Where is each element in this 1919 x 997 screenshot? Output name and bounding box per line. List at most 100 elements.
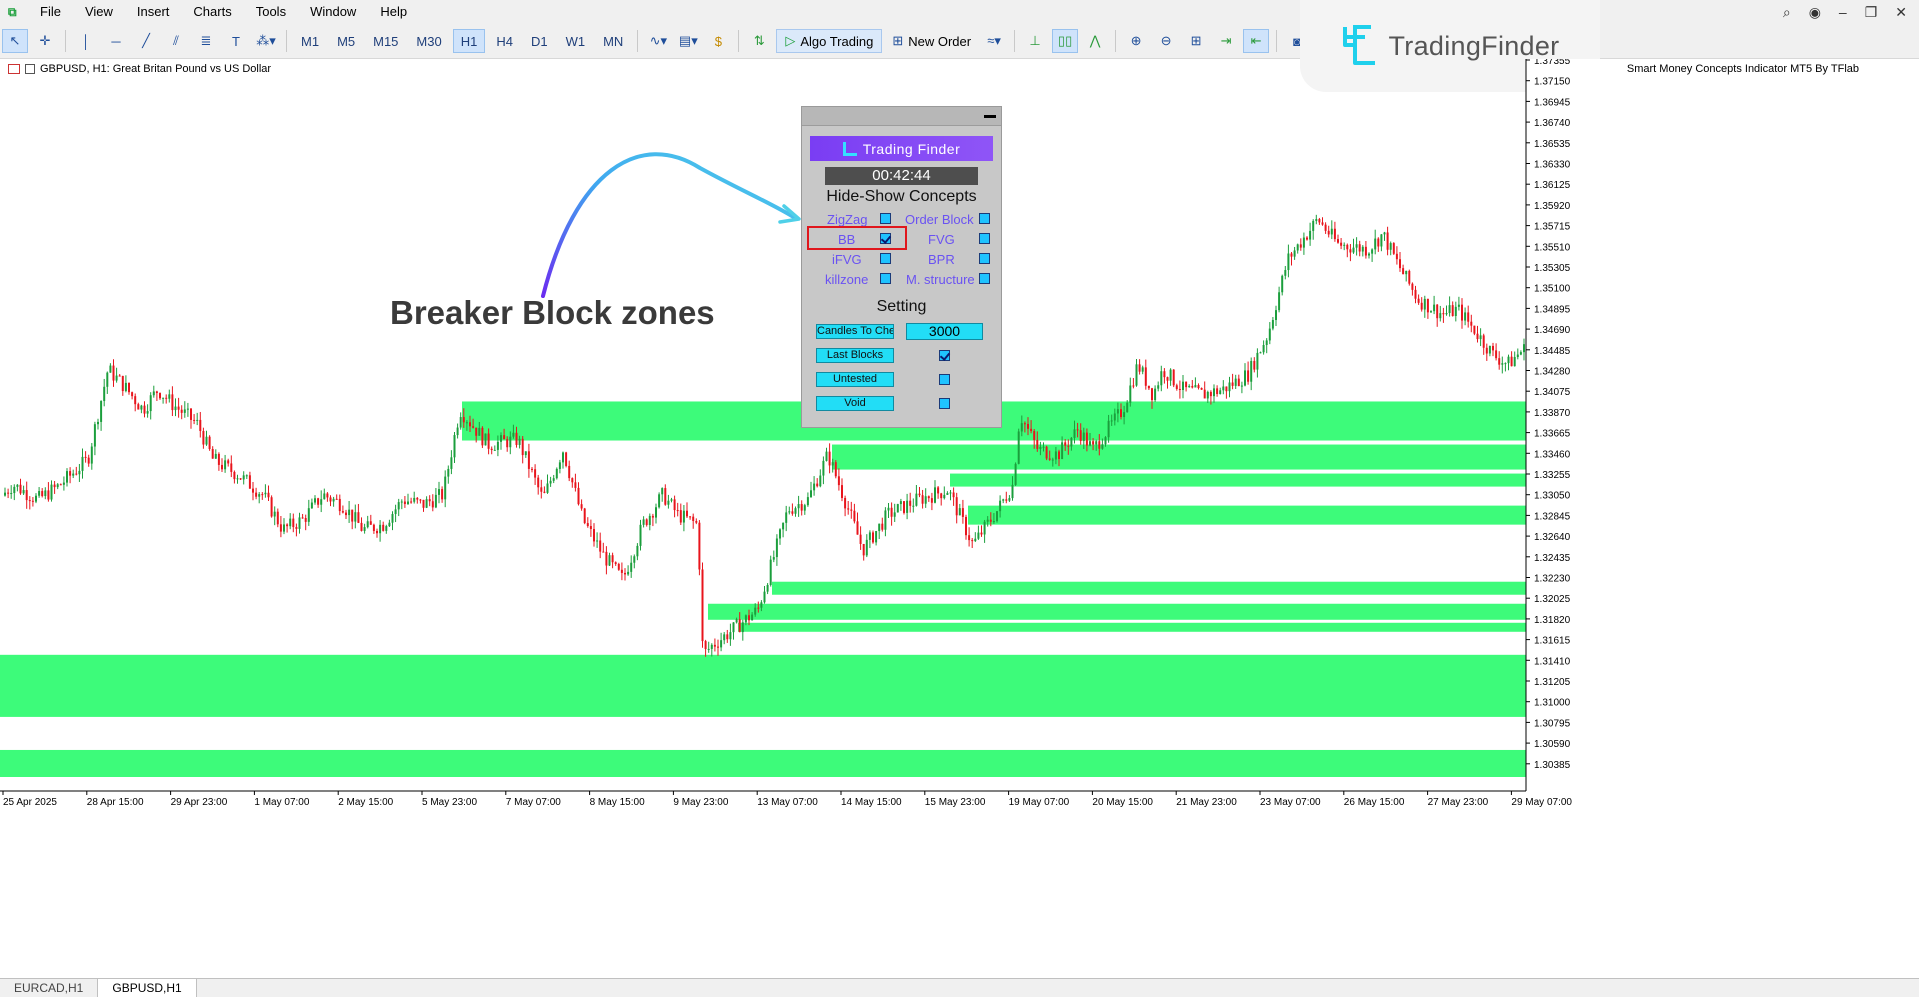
zoom-out-icon[interactable]: ⊖ (1153, 29, 1179, 53)
candle-body (1392, 243, 1395, 254)
candle-body (698, 522, 701, 570)
candle-body (1058, 451, 1060, 460)
candles-to-check-input[interactable]: 3000 (906, 323, 983, 340)
time-tick-label: 28 Apr 15:00 (87, 797, 144, 808)
templates-icon[interactable]: ▤▾ (675, 29, 701, 53)
zigzag-checkbox[interactable] (880, 213, 891, 224)
void-checkbox[interactable] (939, 398, 950, 409)
candle-body (766, 584, 769, 592)
candle-body (1023, 423, 1026, 425)
menu-insert[interactable]: Insert (127, 0, 184, 24)
tab-eurcad-h1[interactable]: EURCAD,H1 (0, 979, 99, 997)
untested-checkbox[interactable] (939, 374, 950, 385)
panel-header[interactable] (802, 107, 1001, 126)
candle-body (115, 375, 118, 381)
untested-button[interactable]: Untested (816, 372, 894, 387)
crosshair-tool-icon[interactable]: ✛ (32, 29, 58, 53)
chart-shift-icon[interactable]: ⇤ (1243, 29, 1270, 53)
candle-body (10, 493, 13, 495)
autoscroll-icon[interactable]: ⇥ (1213, 29, 1239, 53)
timeframe-m5[interactable]: M5 (330, 29, 362, 53)
menu-window[interactable]: Window (300, 0, 370, 24)
timeframe-h4[interactable]: H4 (489, 29, 520, 53)
last-blocks-button[interactable]: Last Blocks (816, 348, 894, 363)
notifications-icon[interactable]: ◉ (1809, 4, 1821, 21)
candle-body (999, 500, 1002, 512)
channel-tool-icon[interactable]: ⫽ (163, 29, 189, 53)
bar-chart-icon[interactable]: ⊥ (1022, 29, 1048, 53)
candle-body (252, 488, 254, 493)
candle-body (78, 470, 81, 475)
timeframe-mn[interactable]: MN (596, 29, 630, 53)
candle-body (128, 382, 130, 393)
fibonacci-tool-icon[interactable]: ≣ (193, 29, 219, 53)
candle-body (1368, 253, 1370, 256)
tab-gbpusd-h1[interactable]: GBPUSD,H1 (98, 979, 197, 997)
minimize-window-icon[interactable]: – (1839, 4, 1847, 20)
last-blocks-checkbox[interactable] (939, 350, 950, 361)
candle-body (1256, 352, 1259, 370)
toolbar-separator (1014, 30, 1016, 52)
candle-body (1454, 306, 1457, 316)
menu-view[interactable]: View (75, 0, 127, 24)
timeframe-w1[interactable]: W1 (559, 29, 593, 53)
timeframe-m15[interactable]: M15 (366, 29, 405, 53)
candle-body (865, 539, 868, 556)
timeframe-m30[interactable]: M30 (409, 29, 448, 53)
candle-body (422, 499, 425, 508)
time-tick-label: 21 May 23:00 (1176, 797, 1237, 808)
signals-icon[interactable]: ⇅ (746, 29, 772, 53)
minimize-icon[interactable] (984, 115, 996, 118)
horizontal-line-icon[interactable]: ─ (103, 29, 129, 53)
menu-tools[interactable]: Tools (246, 0, 300, 24)
indicators-icon[interactable]: ∿▾ (645, 29, 671, 53)
ifvg-checkbox[interactable] (880, 253, 891, 264)
indicator-panel[interactable]: Trading Finder 00:42:44 Hide-Show Concep… (801, 106, 1002, 428)
candle-body (376, 530, 378, 534)
timeframe-d1[interactable]: D1 (524, 29, 555, 53)
market-icon[interactable]: $ (705, 29, 731, 53)
one-click-trading-icon[interactable]: ≈▾ (981, 29, 1007, 53)
candle-body (162, 397, 165, 399)
candle-body (909, 500, 912, 506)
grid-icon[interactable]: ⊞ (1183, 29, 1209, 53)
candle-body (580, 504, 583, 509)
new-order-button[interactable]: ⊞ New Order (886, 29, 977, 53)
cursor-tool-icon[interactable]: ↖ (2, 29, 28, 53)
candle-body (16, 484, 19, 487)
candle-body (670, 499, 673, 501)
order-block-checkbox[interactable] (979, 213, 990, 224)
chart-trade-icon[interactable] (25, 64, 35, 74)
candlestick-chart-icon[interactable]: ▯▯ (1052, 29, 1079, 53)
fvg-checkbox[interactable] (979, 233, 990, 244)
restore-window-icon[interactable]: ❐ (1865, 4, 1878, 21)
void-button[interactable]: Void (816, 396, 894, 411)
menu-charts[interactable]: Charts (183, 0, 245, 24)
menu-file[interactable]: File (30, 0, 75, 24)
chart-properties-icon[interactable] (8, 64, 20, 74)
trend-line-icon[interactable]: ╱ (133, 29, 159, 53)
bpr-checkbox[interactable] (979, 253, 990, 264)
candle-body (1457, 304, 1460, 307)
menu-help[interactable]: Help (370, 0, 421, 24)
timeframe-m1[interactable]: M1 (294, 29, 326, 53)
candle-body (193, 419, 196, 421)
candle-body (1219, 390, 1222, 395)
search-icon[interactable]: ⌕ (1783, 4, 1791, 21)
killzone-checkbox[interactable] (880, 273, 891, 284)
candle-body (1213, 388, 1215, 397)
candle-body (177, 406, 180, 410)
candle-body (19, 484, 22, 494)
candle-body (1333, 228, 1336, 240)
shapes-tool-icon[interactable]: ⁂▾ (253, 29, 279, 53)
vertical-line-icon[interactable]: │ (73, 29, 99, 53)
timeframe-h1[interactable]: H1 (452, 29, 486, 53)
close-window-icon[interactable]: ✕ (1895, 4, 1907, 21)
candles-to-check-button[interactable]: Candles To Check (816, 324, 894, 339)
line-chart-icon[interactable]: ⋀ (1082, 29, 1108, 53)
text-tool-icon[interactable]: T (223, 29, 249, 53)
zoom-in-icon[interactable]: ⊕ (1123, 29, 1149, 53)
price-tick-label: 1.34485 (1534, 346, 1571, 357)
algo-trading-button[interactable]: ▷ Algo Trading (776, 29, 883, 53)
market-structure-checkbox[interactable] (979, 273, 990, 284)
